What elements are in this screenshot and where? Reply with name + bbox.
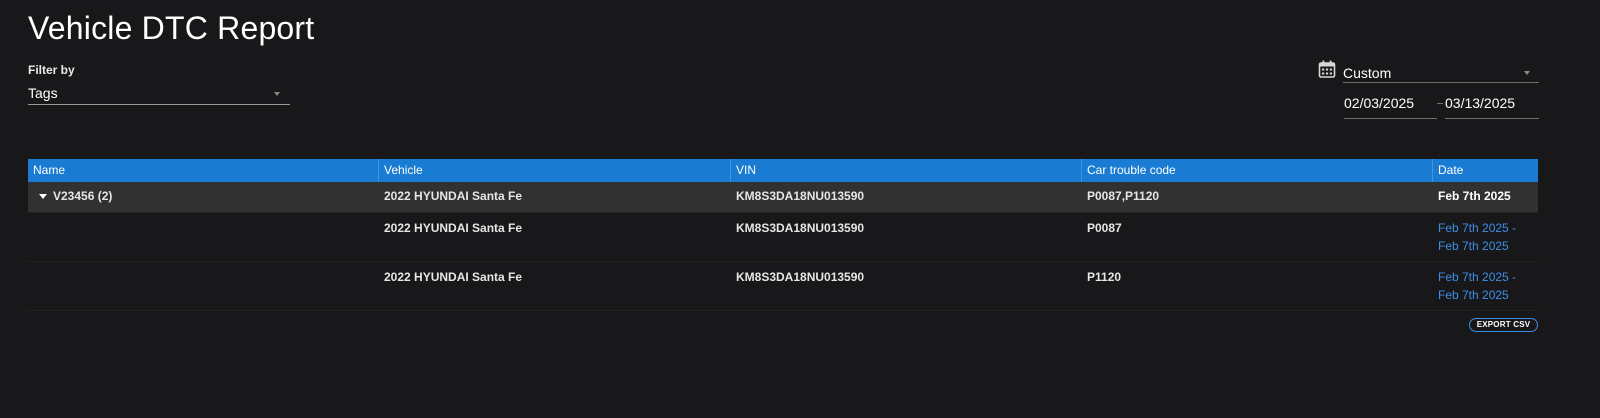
filter-by-select[interactable]: Tags bbox=[28, 84, 290, 105]
table-header: Name Vehicle VIN Car trouble code Date bbox=[28, 159, 1538, 182]
calendar-icon[interactable] bbox=[1318, 60, 1336, 78]
date-range-end: Feb 7th 2025 bbox=[1438, 239, 1509, 253]
group-name-cell: V23456 (2) bbox=[28, 182, 379, 212]
report-page: Vehicle DTC Report Filter by Tags Custom… bbox=[0, 0, 1600, 418]
export-csv-button[interactable]: EXPORT CSV bbox=[1469, 318, 1538, 332]
vehicle-cell: 2022 HYUNDAI Santa Fe bbox=[384, 221, 523, 235]
start-date-input[interactable]: 02/03/2025 bbox=[1344, 92, 1437, 119]
vehicle-cell: 2022 HYUNDAI Santa Fe bbox=[384, 189, 523, 203]
date-range-end: Feb 7th 2025 bbox=[1438, 288, 1509, 302]
vin-cell: KM8S3DA18NU013590 bbox=[736, 189, 865, 203]
caret-down-icon bbox=[1524, 71, 1530, 75]
date-cell: Feb 7th 2025 bbox=[1438, 189, 1511, 203]
filter-by-value: Tags bbox=[28, 85, 58, 101]
name-cell bbox=[28, 213, 379, 261]
group-name: V23456 (2) bbox=[53, 189, 113, 203]
end-date-input[interactable]: 03/13/2025 bbox=[1445, 92, 1539, 119]
caret-down-icon bbox=[274, 92, 280, 96]
column-header-vehicle[interactable]: Vehicle bbox=[379, 159, 731, 182]
dtc-table: Name Vehicle VIN Car trouble code Date V… bbox=[28, 159, 1538, 311]
trouble-code-cell: P0087 bbox=[1087, 221, 1122, 235]
vehicle-cell: 2022 HYUNDAI Santa Fe bbox=[384, 270, 523, 284]
column-header-date[interactable]: Date bbox=[1433, 159, 1538, 182]
date-range-link[interactable]: Feb 7th 2025 - Feb 7th 2025 bbox=[1433, 213, 1538, 261]
date-range-separator bbox=[1437, 103, 1443, 104]
trouble-code-cell: P1120 bbox=[1087, 270, 1122, 284]
vin-cell: KM8S3DA18NU013590 bbox=[736, 221, 865, 235]
date-range-start: Feb 7th 2025 - bbox=[1438, 270, 1517, 284]
column-header-name[interactable]: Name bbox=[28, 159, 379, 182]
date-preset-value: Custom bbox=[1343, 65, 1392, 81]
table-row: 2022 HYUNDAI Santa Fe KM8S3DA18NU013590 … bbox=[28, 213, 1538, 262]
group-row[interactable]: V23456 (2) 2022 HYUNDAI Santa Fe KM8S3DA… bbox=[28, 182, 1538, 213]
expand-caret-icon[interactable] bbox=[39, 193, 47, 199]
date-preset-select[interactable]: Custom bbox=[1343, 64, 1539, 83]
trouble-code-cell: P0087,P1120 bbox=[1087, 189, 1160, 203]
filter-by-label: Filter by bbox=[28, 63, 75, 77]
page-title: Vehicle DTC Report bbox=[28, 10, 315, 46]
vin-cell: KM8S3DA18NU013590 bbox=[736, 270, 865, 284]
date-range-start: Feb 7th 2025 - bbox=[1438, 221, 1517, 235]
table-row: 2022 HYUNDAI Santa Fe KM8S3DA18NU013590 … bbox=[28, 262, 1538, 311]
date-range-link[interactable]: Feb 7th 2025 - Feb 7th 2025 bbox=[1433, 262, 1538, 310]
column-header-trouble-code[interactable]: Car trouble code bbox=[1082, 159, 1433, 182]
column-header-vin[interactable]: VIN bbox=[731, 159, 1082, 182]
name-cell bbox=[28, 262, 379, 310]
